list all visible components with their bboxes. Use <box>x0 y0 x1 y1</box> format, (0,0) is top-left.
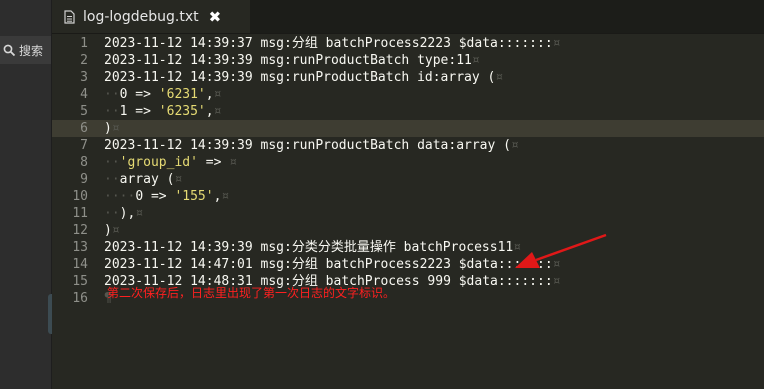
red-arrow-icon <box>515 233 607 268</box>
editor-window: 搜索 log-logdebug.txt ✖ 1 2023-11-12 14:39:… <box>0 0 764 389</box>
